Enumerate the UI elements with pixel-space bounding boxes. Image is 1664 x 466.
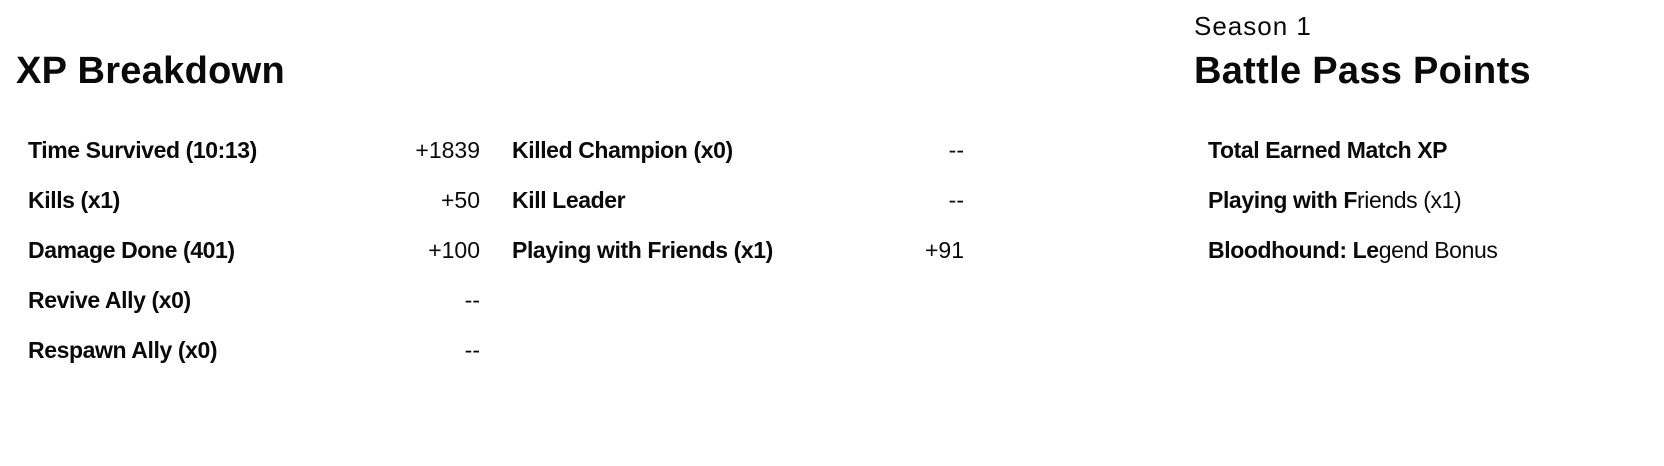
xp-row-kills: Kills (x1) +50 (28, 176, 480, 226)
xp-row-damage-done: Damage Done (401) +100 (28, 226, 480, 276)
xp-breakdown-right-column: Killed Champion (x0) -- Kill Leader -- P… (512, 126, 964, 276)
bp-row-total-earned-match-xp: Total Earned Match XP (1208, 126, 1628, 176)
xp-row-label: Respawn Ally (x0) (28, 337, 218, 363)
bp-row-playing-with-friends: Playing with Friends (x1) (1208, 176, 1628, 226)
battle-pass-column: Total Earned Match XP Playing with Frien… (1208, 126, 1628, 276)
xp-row-label: Time Survived (10:13) (28, 137, 257, 163)
xp-row-value: -- (464, 287, 480, 313)
xp-row-time-survived: Time Survived (10:13) +1839 (28, 126, 480, 176)
xp-row-revive-ally: Revive Ally (x0) -- (28, 276, 480, 326)
xp-row-value: +50 (440, 187, 480, 213)
bp-row-label: Bloodhound: Legend Bonus (1208, 226, 1498, 274)
xp-row-playing-with-friends: Playing with Friends (x1) +91 (512, 226, 964, 276)
xp-row-value: +1839 (415, 137, 480, 163)
xp-row-killed-champion: Killed Champion (x0) -- (512, 126, 964, 176)
bp-row-label: Total Earned Match XP (1208, 137, 1448, 163)
xp-breakdown-left-column: Time Survived (10:13) +1839 Kills (x1) +… (28, 126, 480, 376)
xp-row-value: -- (948, 187, 964, 213)
bp-row-label-bold: Playing with F (1208, 187, 1358, 213)
xp-row-kill-leader: Kill Leader -- (512, 176, 964, 226)
battle-pass-title: Battle Pass Points (1194, 50, 1531, 92)
xp-row-respawn-ally: Respawn Ally (x0) -- (28, 326, 480, 376)
match-summary-screen: XP Breakdown Time Survived (10:13) +1839… (0, 0, 1664, 466)
bp-row-label-bold: Bloodhound: Le (1208, 237, 1379, 263)
bp-row-label-thin: riends (x1) (1357, 187, 1462, 213)
xp-row-label: Damage Done (401) (28, 237, 235, 263)
xp-row-value: +100 (428, 237, 480, 263)
xp-row-label: Killed Champion (x0) (512, 137, 733, 163)
xp-row-value: +91 (924, 237, 964, 263)
xp-breakdown-title: XP Breakdown (16, 50, 285, 92)
xp-row-label: Revive Ally (x0) (28, 287, 191, 313)
bp-row-label: Playing with Friends (x1) (1208, 176, 1462, 224)
bp-row-label-thin: gend Bonus (1378, 237, 1498, 263)
xp-row-label: Playing with Friends (x1) (512, 237, 773, 263)
xp-row-label: Kill Leader (512, 187, 626, 213)
battle-pass-season-label: Season 1 (1194, 11, 1312, 41)
xp-row-value: -- (948, 137, 964, 163)
xp-row-label: Kills (x1) (28, 187, 120, 213)
xp-row-value: -- (464, 337, 480, 363)
bp-row-legend-bonus: Bloodhound: Legend Bonus (1208, 226, 1628, 276)
